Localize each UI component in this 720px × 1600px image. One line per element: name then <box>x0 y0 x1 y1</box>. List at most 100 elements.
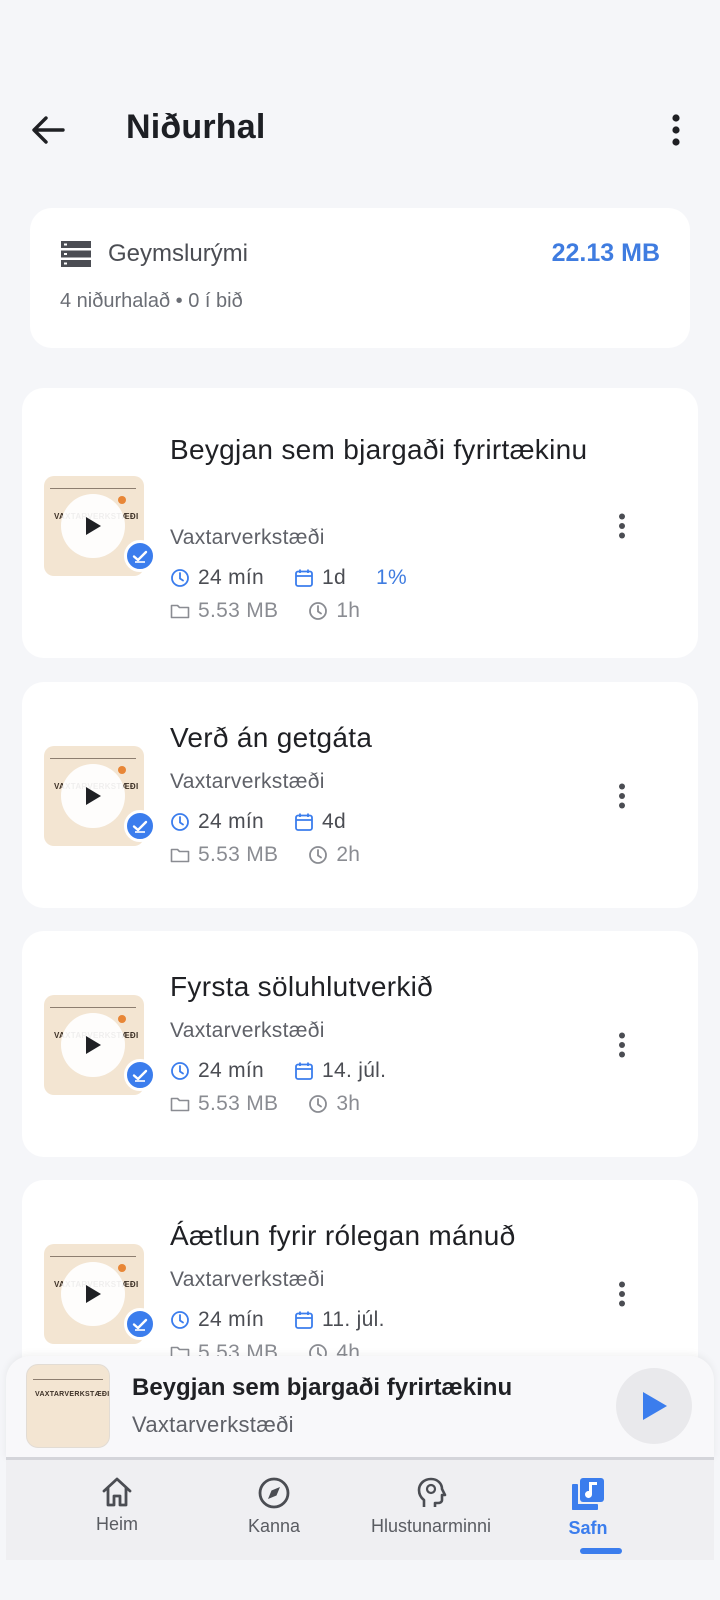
calendar-icon <box>295 1311 313 1329</box>
clock-icon <box>171 569 189 587</box>
nav-label: Safn <box>568 1518 608 1538</box>
episode-title: Áætlun fyrir rólegan mánuð <box>170 1220 516 1251</box>
check-icon <box>132 550 148 563</box>
storage-card: Geymslurými 22.13 MB 4 niðurhalað • 0 í … <box>30 208 690 348</box>
episode-author: Vaxtarverkstæði <box>170 1019 325 1042</box>
episode-meta-secondary: 5.53 MB 3h <box>170 1092 390 1116</box>
episode-author: Vaxtarverkstæði <box>170 770 325 793</box>
episode-meta: 24 mín 11. júl. <box>170 1308 415 1332</box>
library-music-icon <box>572 1478 604 1510</box>
episode-downloaded-time: 1h <box>336 599 361 622</box>
page-title: Niðurhal <box>126 108 266 146</box>
episode-downloaded-time: 2h <box>336 843 361 866</box>
episode-file-size: 5.53 MB <box>198 599 279 622</box>
clock-icon <box>309 1095 328 1113</box>
more-vert-icon <box>619 1281 625 1307</box>
episode-file-size: 5.53 MB <box>198 843 279 866</box>
downloaded-badge <box>124 540 156 572</box>
folder-icon <box>170 848 190 863</box>
calendar-icon <box>295 569 313 587</box>
bottom-navigation: Heim Kanna Hlustunarminni Safn <box>6 1460 714 1560</box>
episode-duration: 24 mín <box>198 1308 264 1331</box>
episode-meta-secondary: 5.53 MB 1h <box>170 599 390 623</box>
episode-duration: 24 mín <box>198 1059 264 1082</box>
nav-label: Hlustunarminni <box>370 1516 492 1536</box>
nav-item-hlustunarminni[interactable]: Hlustunarminni <box>356 1476 506 1537</box>
clock-icon <box>171 813 189 831</box>
storage-value: 22.13 MB <box>551 239 660 267</box>
nav-item-kanna[interactable]: Kanna <box>199 1476 349 1537</box>
episode-meta: 24 mín 4d <box>170 810 376 834</box>
play-icon <box>86 1285 101 1303</box>
episode-author: Vaxtarverkstæði <box>170 1268 325 1291</box>
episode-date: 14. júl. <box>322 1059 387 1082</box>
head-brain-icon <box>417 1477 447 1507</box>
more-vert-icon <box>619 1032 625 1058</box>
more-vert-icon <box>619 513 625 539</box>
episode-card[interactable]: VAXTARVERKSTÆÐI Fyrsta söluhlutverkið Va… <box>22 931 698 1157</box>
play-button[interactable] <box>61 494 125 558</box>
episode-file-size: 5.53 MB <box>198 1092 279 1115</box>
mini-player[interactable]: VAXTARVERKSTÆÐI Beygjan sem bjargaði fyr… <box>6 1356 714 1460</box>
episode-meta: 24 mín 1d 1% <box>170 566 437 590</box>
download-summary: 4 niðurhalað • 0 í bið <box>60 290 243 312</box>
episode-duration: 24 mín <box>198 566 264 589</box>
calendar-icon <box>295 813 313 831</box>
nav-label: Kanna <box>247 1516 301 1536</box>
top-app-bar: Niðurhal <box>0 90 720 170</box>
play-icon <box>86 517 101 535</box>
artwork-title: VAXTARVERKSTÆÐI <box>35 1391 110 1398</box>
episode-duration: 24 mín <box>198 810 264 833</box>
more-vert-icon <box>672 114 680 146</box>
back-button[interactable] <box>26 108 70 152</box>
storage-icon <box>61 241 91 267</box>
arrow-left-icon <box>32 116 65 144</box>
episode-title: Fyrsta söluhlutverkið <box>170 971 434 1002</box>
episode-meta-secondary: 5.53 MB 2h <box>170 843 390 867</box>
folder-icon <box>170 604 190 619</box>
more-vert-icon <box>619 783 625 809</box>
episode-meta: 24 mín 14. júl. <box>170 1059 416 1083</box>
episode-progress: 1% <box>375 566 407 589</box>
check-icon <box>132 1318 148 1331</box>
clock-icon <box>171 1062 189 1080</box>
more-options-button[interactable] <box>654 108 698 152</box>
play-icon <box>86 1036 101 1054</box>
episode-author: Vaxtarverkstæði <box>170 526 325 549</box>
episode-date: 11. júl. <box>322 1308 385 1331</box>
nav-item-safn[interactable]: Safn <box>513 1476 663 1539</box>
mini-player-artwork: VAXTARVERKSTÆÐI <box>26 1364 110 1448</box>
episode-date: 4d <box>322 810 346 833</box>
clock-icon <box>309 602 328 620</box>
clock-icon <box>171 1311 189 1329</box>
active-tab-indicator <box>580 1548 622 1554</box>
storage-label: Geymslurými <box>108 240 249 267</box>
compass-icon <box>258 1477 290 1509</box>
episode-card[interactable]: VAXTARVERKSTÆÐI Verð án getgáta Vaxtarve… <box>22 682 698 908</box>
mini-player-title: Beygjan sem bjargaði fyrirtækinu <box>132 1374 513 1401</box>
play-icon <box>86 787 101 805</box>
nav-label: Heim <box>95 1514 138 1534</box>
episode-date: 1d <box>322 566 346 589</box>
check-icon <box>132 1069 148 1082</box>
play-button[interactable] <box>61 1262 125 1326</box>
episode-downloaded-time: 3h <box>336 1092 361 1115</box>
mini-player-author: Vaxtarverkstæði <box>132 1412 294 1437</box>
episode-title: Beygjan sem bjargaði fyrirtækinu <box>170 434 588 465</box>
episode-more-button[interactable] <box>608 774 636 818</box>
episode-more-button[interactable] <box>608 1272 636 1316</box>
calendar-icon <box>295 1062 313 1080</box>
downloaded-badge <box>124 1059 156 1091</box>
play-button[interactable] <box>61 1013 125 1077</box>
play-icon <box>643 1392 667 1420</box>
mini-player-play-button[interactable] <box>616 1368 692 1444</box>
folder-icon <box>170 1097 190 1112</box>
episode-more-button[interactable] <box>608 1023 636 1067</box>
episode-title: Verð án getgáta <box>170 722 373 753</box>
home-icon <box>102 1477 132 1507</box>
episode-more-button[interactable] <box>608 504 636 548</box>
clock-icon <box>309 846 328 864</box>
nav-item-heim[interactable]: Heim <box>42 1476 192 1535</box>
play-button[interactable] <box>61 764 125 828</box>
episode-card[interactable]: VAXTARVERKSTÆÐI Beygjan sem bjargaði fyr… <box>22 388 698 658</box>
